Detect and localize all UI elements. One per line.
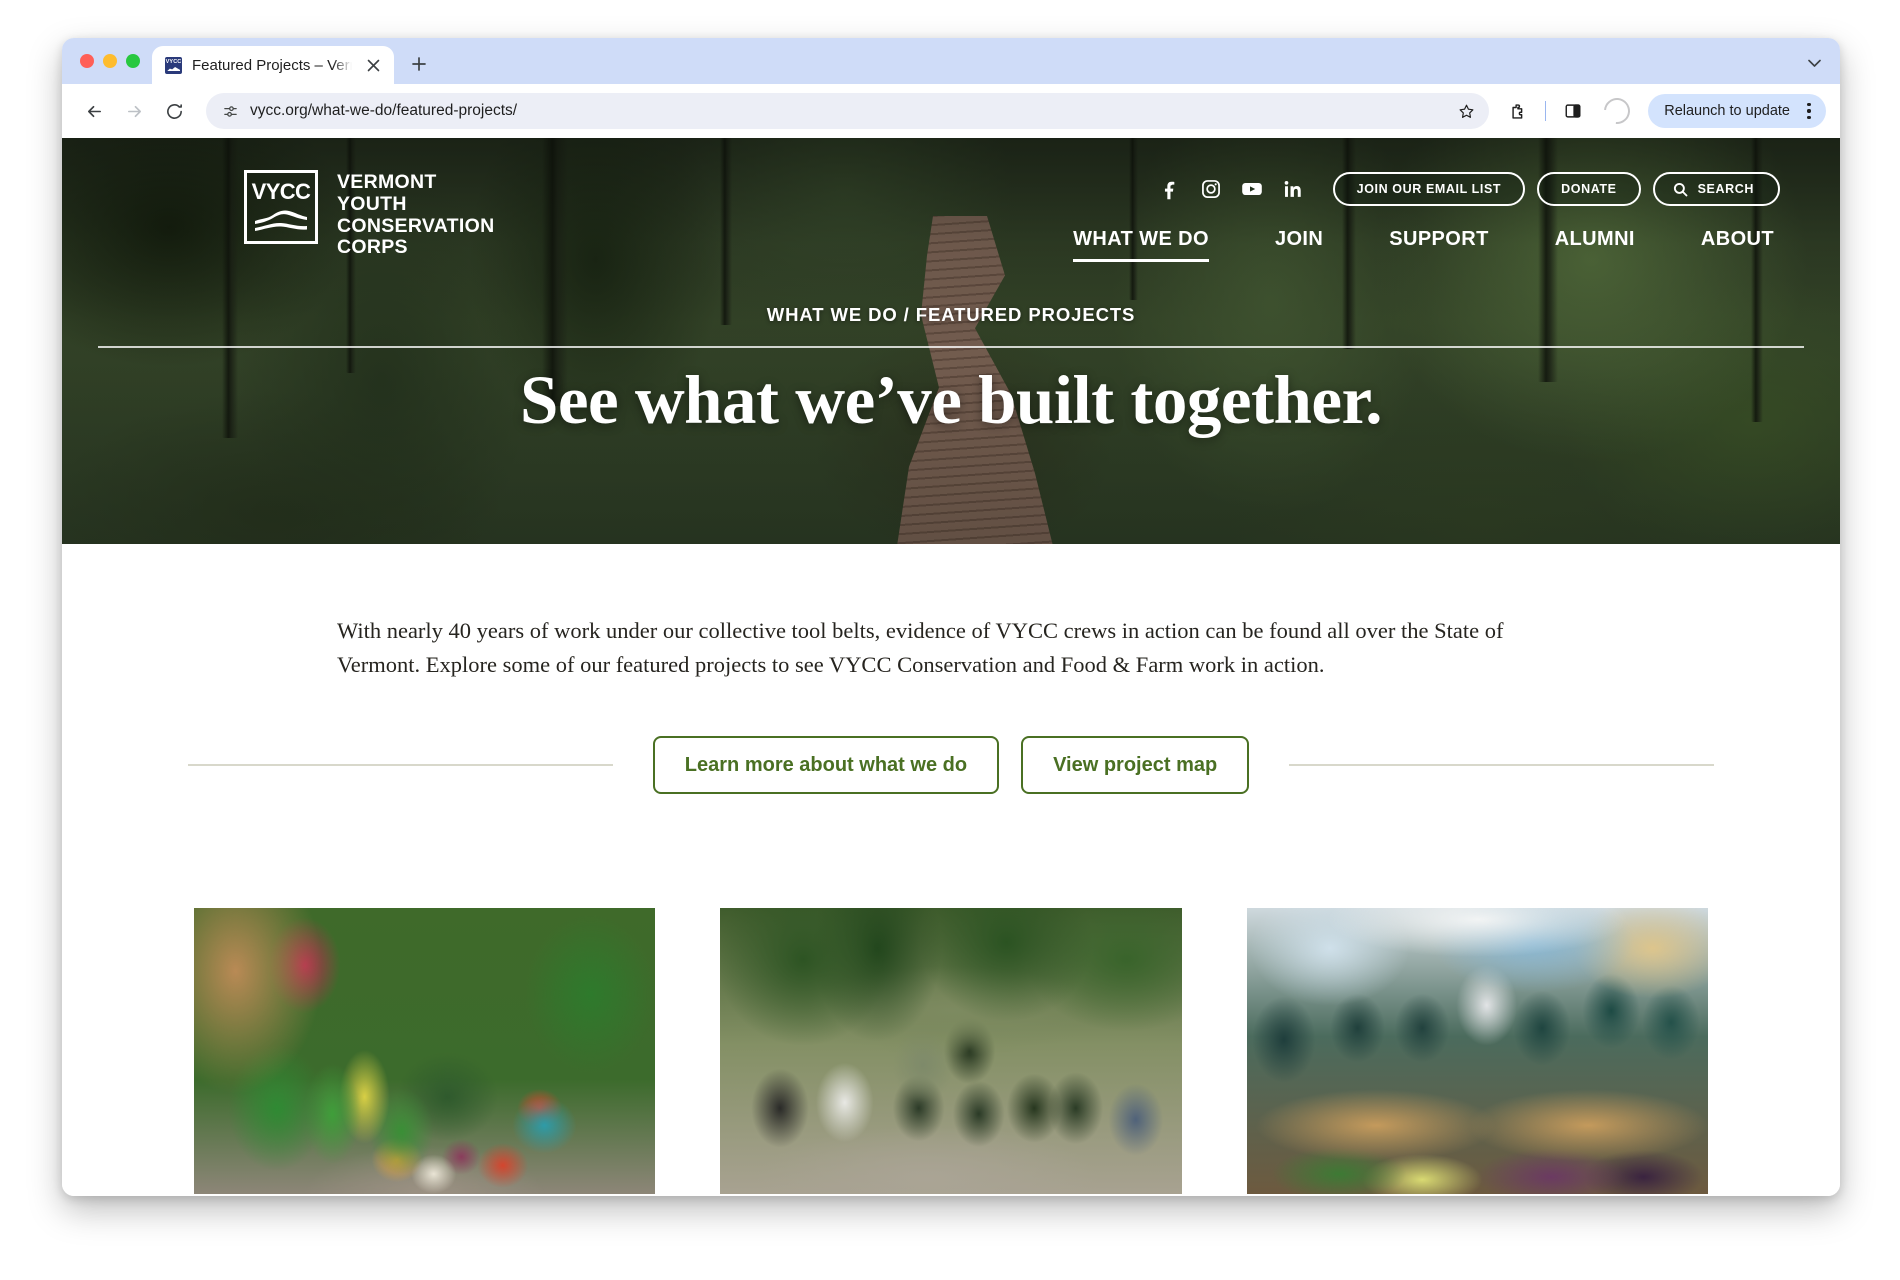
maximize-window-button[interactable] — [126, 54, 140, 68]
page-title: See what we’ve built together. — [519, 361, 1383, 438]
browser-window: VYCC Featured Projects – Vermont Youth C… — [62, 38, 1840, 1196]
extensions-icon[interactable] — [1501, 94, 1535, 128]
logo-mark-text: VYCC — [251, 179, 311, 204]
youtube-icon[interactable] — [1240, 177, 1264, 201]
star-icon[interactable] — [1451, 96, 1481, 126]
header-right-cluster: JOIN OUR EMAIL LIST DONATE SEARCH WHAT W… — [1073, 166, 1780, 262]
cta-rule-left — [188, 764, 613, 767]
tab-title: Featured Projects – Vermont Youth Conser… — [192, 56, 352, 74]
toolbar-divider — [1545, 101, 1547, 121]
nav-item-join[interactable]: JOIN — [1275, 228, 1323, 262]
intro-paragraph: With nearly 40 years of work under our c… — [337, 618, 1504, 678]
cta-row: Learn more about what we do View project… — [62, 736, 1840, 795]
nav-item-about[interactable]: ABOUT — [1701, 228, 1774, 262]
learn-more-button[interactable]: Learn more about what we do — [652, 736, 1000, 795]
nav-item-support[interactable]: SUPPORT — [1389, 228, 1488, 262]
search-button-label: SEARCH — [1697, 182, 1754, 196]
split-panel-icon[interactable] — [1556, 94, 1590, 128]
facebook-icon[interactable] — [1158, 177, 1182, 201]
window-traffic-lights — [76, 38, 152, 84]
url-text: vycc.org/what-we-do/featured-projects/ — [250, 102, 518, 119]
project-card-image — [1246, 908, 1708, 1195]
breadcrumb: WHAT WE DO / FEATURED PROJECTS — [766, 304, 1136, 325]
logo-word-line: CORPS — [337, 236, 408, 259]
hero-text-block: WHAT WE DO / FEATURED PROJECTS See what … — [62, 304, 1840, 436]
project-card-image — [720, 908, 1182, 1195]
page-viewport: VYCC VERMONT YOUTH CONSERVATION CORPS JO… — [62, 138, 1840, 1196]
intro-section: With nearly 40 years of work under our c… — [62, 544, 1840, 795]
hero-section: VYCC VERMONT YOUTH CONSERVATION CORPS JO… — [62, 138, 1840, 544]
close-tab-icon[interactable] — [362, 54, 384, 76]
browser-tab[interactable]: VYCC Featured Projects – Vermont Youth C… — [152, 46, 394, 84]
featured-projects-grid — [62, 908, 1840, 1195]
nav-item-alumni[interactable]: ALUMNI — [1555, 228, 1635, 262]
site-logo-wordmark: VERMONT YOUTH CONSERVATION CORPS — [337, 170, 494, 259]
logo-word-line: CONSERVATION — [337, 214, 495, 237]
kebab-menu-icon[interactable] — [1798, 100, 1820, 122]
close-window-button[interactable] — [80, 54, 94, 68]
minimize-window-button[interactable] — [103, 54, 117, 68]
utility-row: JOIN OUR EMAIL LIST DONATE SEARCH — [1158, 172, 1780, 206]
page-settings-icon[interactable] — [220, 101, 240, 121]
crew-photo — [720, 908, 1182, 1195]
search-button[interactable]: SEARCH — [1652, 172, 1780, 206]
vycc-logo-mark-icon: VYCC — [244, 170, 318, 244]
donate-button[interactable]: DONATE — [1537, 172, 1641, 206]
main-navigation: WHAT WE DO JOIN SUPPORT ALUMNI ABOUT — [1073, 228, 1780, 262]
project-card-image — [194, 908, 656, 1195]
social-links — [1158, 177, 1305, 201]
view-project-map-button[interactable]: View project map — [1021, 736, 1250, 795]
mountain-icon — [253, 208, 309, 232]
hero-divider — [98, 346, 1804, 348]
relaunch-to-update-button[interactable]: Relaunch to update — [1648, 94, 1826, 128]
address-bar[interactable]: vycc.org/what-we-do/featured-projects/ — [206, 93, 1490, 129]
site-header: VYCC VERMONT YOUTH CONSERVATION CORPS JO… — [62, 138, 1840, 262]
tab-strip: VYCC Featured Projects – Vermont Youth C… — [62, 38, 1840, 84]
relaunch-label: Relaunch to update — [1664, 103, 1790, 119]
join-email-list-button[interactable]: JOIN OUR EMAIL LIST — [1332, 172, 1526, 206]
project-card-crew[interactable] — [720, 908, 1182, 1195]
profile-avatar-icon[interactable] — [1598, 92, 1636, 130]
logo-word-line: VERMONT — [337, 171, 437, 193]
produce-crates-photo — [1246, 908, 1708, 1195]
project-card-harvest[interactable] — [194, 908, 656, 1195]
tab-search-button[interactable] — [1798, 47, 1830, 79]
site-logo[interactable]: VYCC VERMONT YOUTH CONSERVATION CORPS — [244, 166, 494, 259]
project-card-produce-crates[interactable] — [1246, 908, 1708, 1195]
search-icon — [1673, 182, 1688, 196]
reload-button[interactable] — [156, 93, 192, 129]
instagram-icon[interactable] — [1199, 177, 1223, 201]
browser-toolbar: vycc.org/what-we-do/featured-projects/ R… — [62, 84, 1840, 138]
vycc-favicon-icon: VYCC — [165, 56, 182, 74]
back-button[interactable] — [76, 93, 112, 129]
harvest-photo — [194, 908, 656, 1195]
cta-rule-right — [1289, 764, 1714, 767]
forward-button[interactable] — [116, 93, 152, 129]
logo-word-line: YOUTH — [337, 192, 407, 215]
nav-item-what-we-do[interactable]: WHAT WE DO — [1073, 228, 1209, 262]
linkedin-icon[interactable] — [1281, 177, 1305, 201]
new-tab-button[interactable] — [402, 47, 436, 81]
